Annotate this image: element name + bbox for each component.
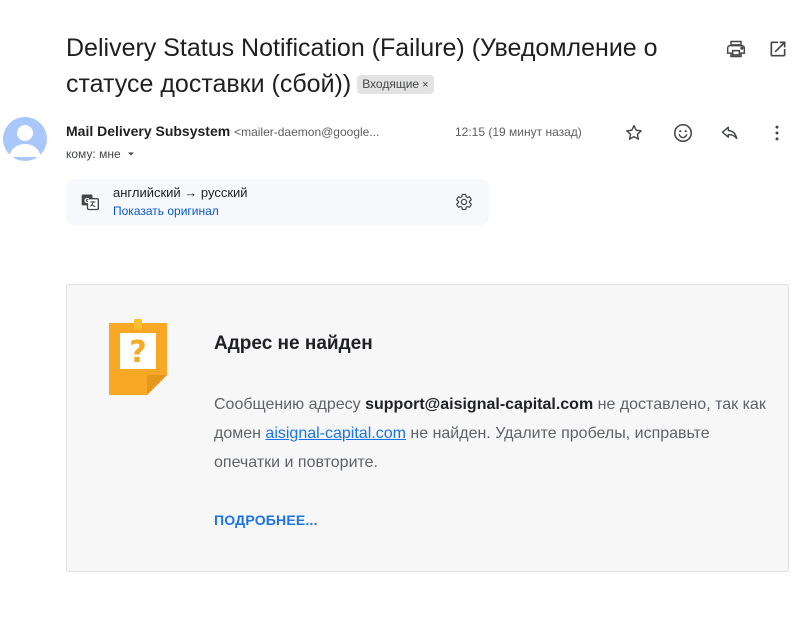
- chevron-down-icon[interactable]: [125, 148, 137, 160]
- reply-icon[interactable]: [718, 121, 742, 145]
- translation-languages: английский → русский: [113, 185, 248, 200]
- message-timestamp: 12:15 (19 минут назад): [455, 125, 582, 139]
- inbox-label-chip[interactable]: Входящие ×: [357, 75, 434, 94]
- emoji-reaction-icon[interactable]: [671, 121, 695, 145]
- recipient-details[interactable]: кому: мне: [66, 147, 137, 161]
- recipient-text: кому: мне: [66, 147, 121, 161]
- email-subject: Delivery Status Notification (Failure) (…: [66, 30, 706, 102]
- sender-email: <mailer-daemon@google...: [234, 125, 380, 139]
- svg-text:G: G: [84, 197, 89, 205]
- label-text: Входящие: [362, 77, 420, 91]
- bounce-domain-link[interactable]: aisignal-capital.com: [265, 425, 406, 442]
- bounce-title: Адрес не найден: [214, 333, 373, 354]
- translation-bar: G английский → русский Показать оригинал: [66, 179, 489, 225]
- label-remove-icon[interactable]: ×: [422, 79, 428, 91]
- translate-icon: G: [80, 192, 100, 217]
- bounce-address: support@aisignal-capital.com: [365, 396, 594, 413]
- show-original-link[interactable]: Показать оригинал: [113, 204, 219, 218]
- sender-line: Mail Delivery Subsystem <mailer-daemon@g…: [66, 123, 379, 139]
- print-icon[interactable]: [723, 36, 749, 62]
- bounce-card: ? Адрес не найден Сообщению адресу suppo…: [66, 284, 789, 572]
- open-in-new-window-icon[interactable]: [765, 36, 791, 62]
- bounce-message: Сообщению адресу support@aisignal-capita…: [214, 390, 774, 477]
- bounce-text-before: Сообщению адресу: [214, 396, 366, 413]
- gear-icon[interactable]: [454, 192, 474, 212]
- sender-avatar[interactable]: [3, 117, 47, 161]
- question-note-icon: ?: [109, 319, 167, 400]
- svg-text:?: ?: [129, 335, 146, 370]
- star-icon[interactable]: [622, 121, 646, 145]
- learn-more-link[interactable]: ПОДРОБНЕЕ...: [214, 512, 318, 528]
- sender-name[interactable]: Mail Delivery Subsystem: [66, 123, 230, 139]
- more-vert-icon[interactable]: [765, 121, 789, 145]
